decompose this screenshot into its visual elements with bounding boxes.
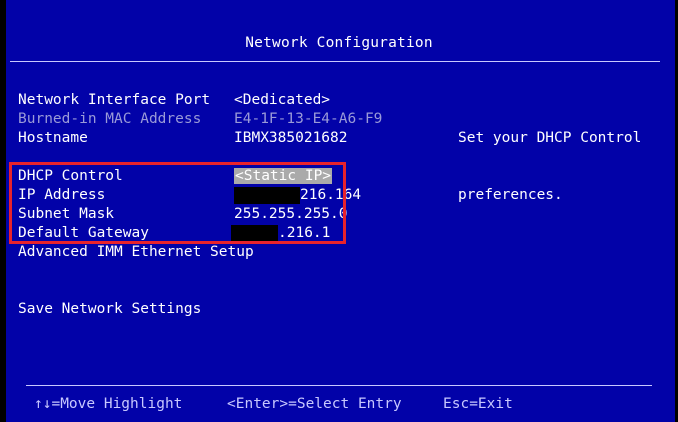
hostname-label: Hostname <box>18 130 88 146</box>
network-interface-port-label: Network Interface Port <box>18 92 211 108</box>
footer-exit-hint: Esc=Exit <box>443 396 513 412</box>
hostname-value[interactable]: IBMX385021682 <box>234 129 348 148</box>
help-text-line-1: Set your DHCP Control <box>458 130 642 146</box>
footer-divider <box>26 385 652 386</box>
mac-address-row: Burned-in MAC Address E4-1F-13-E4-A6-F9 <box>18 110 438 129</box>
page-title: Network Configuration <box>245 35 433 51</box>
help-panel: Set your DHCP Control preferences. <box>458 91 658 243</box>
network-interface-port-row[interactable]: Network Interface Port <Dedicated> <box>18 91 438 110</box>
footer-select-hint: <Enter>=Select Entry <box>227 396 402 412</box>
save-network-settings-row[interactable]: Save Network Settings <box>18 300 438 319</box>
annotation-highlight-box <box>9 162 346 244</box>
header-divider <box>10 61 660 62</box>
mac-address-label: Burned-in MAC Address <box>18 111 202 127</box>
screen-frame-left <box>0 0 6 422</box>
bios-setup-screen: Network Configuration Network Interface … <box>0 0 678 422</box>
hostname-row[interactable]: Hostname IBMX385021682 <box>18 129 438 148</box>
network-interface-port-value[interactable]: <Dedicated> <box>234 91 330 110</box>
advanced-imm-ethernet-setup-row[interactable]: Advanced IMM Ethernet Setup <box>18 243 438 262</box>
advanced-imm-ethernet-setup-label: Advanced IMM Ethernet Setup <box>18 244 254 260</box>
footer-move-hint: ↑↓=Move Highlight <box>34 396 183 412</box>
help-text-line-2: preferences. <box>458 187 563 203</box>
save-network-settings-label: Save Network Settings <box>18 301 202 317</box>
mac-address-value: E4-1F-13-E4-A6-F9 <box>234 111 383 127</box>
